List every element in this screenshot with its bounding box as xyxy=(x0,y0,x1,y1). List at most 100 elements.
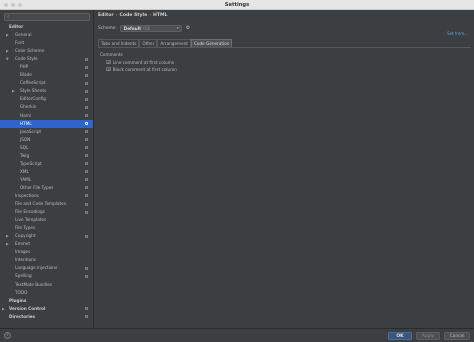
block-comment-checkbox[interactable]: ✓ Block comment at first column xyxy=(106,66,177,72)
sidebar-item-html[interactable]: HTML xyxy=(0,119,93,128)
sidebar-item-file-types[interactable]: File Types xyxy=(0,224,93,232)
sidebar-item-emmet[interactable]: ▶ Emmet xyxy=(0,240,93,248)
chevron-down-icon[interactable]: ▼ xyxy=(6,55,9,63)
sidebar-item-label: Images xyxy=(15,249,31,255)
tab-other[interactable]: Other xyxy=(139,39,158,47)
sidebar-item-php[interactable]: PHP xyxy=(0,63,93,71)
sidebar-item-label: Other File Types xyxy=(20,184,54,190)
project-settings-icon xyxy=(85,105,88,109)
sidebar-item-label: File Types xyxy=(15,225,36,231)
sidebar-item-label: File Encodings xyxy=(15,209,45,215)
checkbox-box[interactable]: ✓ xyxy=(106,59,111,65)
sidebar-item-language-injections[interactable]: Language Injections xyxy=(0,264,93,272)
sidebar-item-other-file-types[interactable]: Other File Types xyxy=(0,184,93,192)
settings-sidebar: ⌕ Editor ▶ General Font ▶ Color Scheme ▼ Code S… xyxy=(0,10,94,328)
sidebar-item-inspections[interactable]: Inspections xyxy=(0,192,93,200)
sidebar-item-label: File and Code Templates xyxy=(15,201,66,207)
sidebar-item-intentions[interactable]: Intentions xyxy=(0,256,93,264)
tab-code-generation[interactable]: Code Generation xyxy=(190,39,233,47)
chevron-right-icon[interactable]: ▶ xyxy=(6,240,9,248)
maximize-window-button[interactable] xyxy=(18,3,22,7)
sidebar-item-label: JSON xyxy=(20,136,31,142)
chevron-right-icon[interactable]: ▶ xyxy=(6,47,9,55)
sidebar-item-plugins[interactable]: Plugins xyxy=(0,297,93,305)
sidebar-item-label: TextMate Bundles xyxy=(15,281,52,287)
breadcrumb-code-style: Code Style xyxy=(119,13,148,18)
sidebar-item-code-style[interactable]: ▼ Code Style xyxy=(0,55,93,63)
gear-icon[interactable]: ⚙ xyxy=(186,25,190,31)
sidebar-item-editorconfig[interactable]: EditorConfig xyxy=(0,95,93,103)
chevron-right-icon[interactable]: ▶ xyxy=(2,305,5,313)
sidebar-item-label: General xyxy=(15,32,32,38)
scheme-name: Default xyxy=(123,25,142,31)
sidebar-item-xml[interactable]: XML xyxy=(0,168,93,176)
chevron-right-icon[interactable]: ▶ xyxy=(6,31,9,39)
sidebar-item-label: YAML xyxy=(20,176,32,182)
checkbox-box[interactable]: ✓ xyxy=(106,66,111,72)
scheme-row: Scheme: Default IDE ▾ ⚙ xyxy=(98,24,190,32)
tab-arrangement[interactable]: Arrangement xyxy=(157,39,191,47)
cancel-button[interactable]: Cancel xyxy=(444,332,470,340)
sidebar-item-label: Color Scheme xyxy=(15,48,45,54)
sidebar-item-general[interactable]: ▶ General xyxy=(0,31,93,39)
sidebar-item-blade[interactable]: Blade xyxy=(0,71,93,79)
chevron-right-icon[interactable]: ▶ xyxy=(6,232,9,240)
project-settings-icon xyxy=(85,194,88,198)
project-settings-icon xyxy=(85,170,88,174)
sidebar-item-color-scheme[interactable]: ▶ Color Scheme xyxy=(0,47,93,55)
sidebar-item-images[interactable]: Images xyxy=(0,248,93,256)
sidebar-item-typescript[interactable]: TypeScript xyxy=(0,160,93,168)
project-settings-icon xyxy=(85,210,88,214)
sidebar-item-label: Editor xyxy=(9,24,24,29)
sidebar-item-json[interactable]: JSON xyxy=(0,136,93,144)
sidebar-item-todo[interactable]: TODO xyxy=(0,289,93,297)
line-comment-checkbox[interactable]: ✓ Line comment at first column xyxy=(106,59,174,65)
window-title: Settings xyxy=(224,2,250,8)
sidebar-item-label: Emmet xyxy=(15,241,31,247)
close-window-button[interactable] xyxy=(4,3,8,7)
sidebar-item-sql[interactable]: SQL xyxy=(0,144,93,152)
scheme-label: Scheme: xyxy=(98,25,117,31)
project-settings-icon xyxy=(85,122,88,126)
project-settings-icon xyxy=(85,274,88,278)
ok-button[interactable]: OK xyxy=(388,332,412,340)
project-settings-icon xyxy=(85,315,88,319)
block-comment-label: Block comment at first column xyxy=(112,66,177,72)
sidebar-item-label: Haml xyxy=(20,112,31,118)
chevron-right-icon[interactable]: ▶ xyxy=(12,87,15,95)
set-from-link[interactable]: Set from... xyxy=(447,31,468,36)
sidebar-item-haml[interactable]: Haml xyxy=(0,112,93,120)
sidebar-item-gherkin[interactable]: Gherkin xyxy=(0,103,93,111)
sidebar-item-file-and-code-templates[interactable]: File and Code Templates xyxy=(0,200,93,208)
sidebar-item-editor[interactable]: Editor xyxy=(0,23,93,31)
dialog-footer: ? OK Apply Cancel xyxy=(0,328,474,342)
sidebar-item-coffeescript[interactable]: CoffeeScript xyxy=(0,79,93,87)
project-settings-icon xyxy=(85,57,88,61)
settings-search-input[interactable]: ⌕ xyxy=(4,13,90,21)
sidebar-item-style-sheets[interactable]: ▶ Style Sheets xyxy=(0,87,93,95)
minimize-window-button[interactable] xyxy=(11,3,15,7)
project-settings-icon xyxy=(85,162,88,166)
sidebar-item-twig[interactable]: Twig xyxy=(0,152,93,160)
sidebar-item-label: CoffeeScript xyxy=(20,80,46,86)
search-icon: ⌕ xyxy=(7,14,10,20)
sidebar-item-directories[interactable]: Directories xyxy=(0,313,93,321)
project-settings-icon xyxy=(85,154,88,158)
sidebar-item-yaml[interactable]: YAML xyxy=(0,176,93,184)
sidebar-item-live-templates[interactable]: Live Templates xyxy=(0,216,93,224)
sidebar-item-font[interactable]: Font xyxy=(0,39,93,47)
sidebar-item-version-control[interactable]: ▶ Version Control xyxy=(0,305,93,313)
apply-button[interactable]: Apply xyxy=(416,332,440,340)
sidebar-item-textmate-bundles[interactable]: TextMate Bundles xyxy=(0,281,93,289)
project-settings-icon xyxy=(85,202,88,206)
sidebar-item-spelling[interactable]: Spelling xyxy=(0,272,93,280)
settings-tree: Editor ▶ General Font ▶ Color Scheme ▼ Code Sty… xyxy=(0,23,93,321)
tab-tabs-and-indents[interactable]: Tabs and Indents xyxy=(98,39,140,47)
sidebar-item-file-encodings[interactable]: File Encodings xyxy=(0,208,93,216)
help-button[interactable]: ? xyxy=(4,332,11,339)
project-settings-icon xyxy=(85,73,88,77)
sidebar-item-label: PHP xyxy=(20,64,29,70)
sidebar-item-copyright[interactable]: ▶ Copyright xyxy=(0,232,93,240)
scheme-select[interactable]: Default IDE ▾ xyxy=(119,24,182,32)
sidebar-item-javascript[interactable]: JavaScript xyxy=(0,128,93,136)
